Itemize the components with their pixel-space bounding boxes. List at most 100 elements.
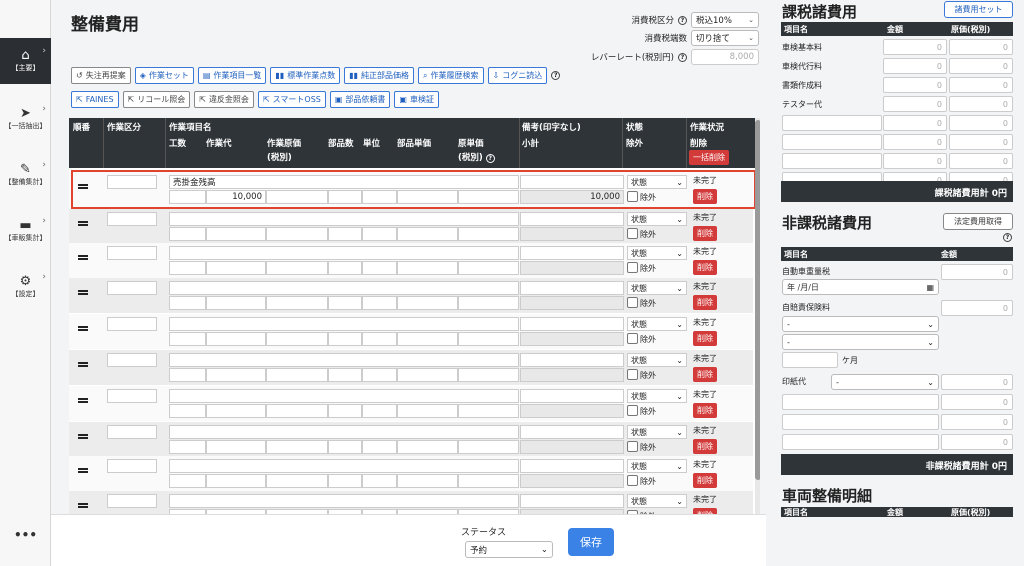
status-select[interactable]: 状態 ⌄	[627, 494, 687, 508]
unit-input[interactable]	[362, 227, 397, 241]
unit-input[interactable]	[362, 261, 397, 275]
work-cost-input[interactable]	[266, 261, 328, 275]
delete-button[interactable]: 削除	[693, 439, 717, 454]
exclude-checkbox[interactable]	[627, 262, 638, 273]
delete-button[interactable]: 削除	[693, 295, 717, 310]
tax-type-select[interactable]: 税込10% ⌄	[691, 12, 759, 28]
violation-button[interactable]: ⇱ 違反金照会	[194, 91, 254, 108]
parts-qty-input[interactable]	[328, 474, 362, 488]
unit-input[interactable]	[362, 474, 397, 488]
taxable-amount-input[interactable]: 0	[883, 39, 947, 55]
labor-hours-input[interactable]	[169, 296, 206, 310]
stamp-input[interactable]: 0	[941, 374, 1013, 390]
parts-qty-input[interactable]	[328, 296, 362, 310]
drag-handle-icon[interactable]	[78, 362, 88, 367]
sidebar-item-maintenance-summary[interactable]: ✎ › 【整備集計】	[0, 152, 51, 198]
drag-handle-icon[interactable]	[78, 503, 88, 508]
notes-input[interactable]	[520, 425, 624, 439]
cost-price-input[interactable]	[458, 296, 519, 310]
taxable-cost-input[interactable]: 0	[949, 39, 1013, 55]
work-type-input[interactable]	[107, 459, 157, 473]
work-item-input[interactable]	[169, 212, 519, 226]
expense-set-button[interactable]: 諸費用セット	[944, 1, 1013, 18]
nontaxable-amount-input[interactable]: 0	[941, 394, 1013, 410]
unit-input[interactable]	[362, 332, 397, 346]
recall-button[interactable]: ⇱ リコール照会	[122, 91, 191, 108]
taxable-amount-input[interactable]: 0	[883, 77, 947, 93]
work-cost-input[interactable]	[266, 368, 328, 382]
cost-price-input[interactable]	[458, 440, 519, 454]
insurance-select-2[interactable]: - ⌄	[782, 334, 939, 350]
taxable-amount-input[interactable]: 0	[883, 115, 947, 131]
months-input[interactable]	[782, 352, 838, 368]
exclude-checkbox[interactable]	[627, 475, 638, 486]
drag-handle-icon[interactable]	[78, 255, 88, 260]
parts-price-input[interactable]	[397, 368, 458, 382]
work-item-input[interactable]	[169, 494, 519, 508]
unit-input[interactable]	[362, 368, 397, 382]
faines-button[interactable]: ⇱ FAINES	[71, 91, 119, 108]
more-menu-icon[interactable]: •••	[0, 528, 51, 542]
taxable-cost-input[interactable]: 0	[949, 96, 1013, 112]
help-icon[interactable]: ?	[678, 52, 687, 62]
work-type-input[interactable]	[107, 353, 157, 367]
notes-input[interactable]	[520, 317, 624, 331]
labor-hours-input[interactable]	[169, 440, 206, 454]
work-item-input[interactable]	[169, 389, 519, 403]
delete-button[interactable]: 削除	[693, 226, 717, 241]
labor-cost-input[interactable]	[206, 368, 266, 382]
parts-price-input[interactable]	[397, 474, 458, 488]
sidebar-item-bulk-extract[interactable]: ➤ › 【一括抽出】	[0, 96, 51, 142]
work-item-input[interactable]	[169, 425, 519, 439]
status-select[interactable]: 状態 ⌄	[627, 317, 687, 331]
insurance-input[interactable]: 0	[941, 300, 1013, 316]
drag-handle-icon[interactable]	[78, 290, 88, 295]
notes-input[interactable]	[520, 212, 624, 226]
parts-qty-input[interactable]	[328, 227, 362, 241]
unit-input[interactable]	[362, 440, 397, 454]
parts-price-input[interactable]	[397, 227, 458, 241]
taxable-item-input[interactable]	[782, 115, 882, 131]
work-cost-input[interactable]	[266, 296, 328, 310]
work-type-input[interactable]	[107, 281, 157, 295]
nontaxable-amount-input[interactable]: 0	[941, 434, 1013, 450]
cost-price-input[interactable]	[458, 261, 519, 275]
work-history-button[interactable]: ⌕ 作業履歴検索	[418, 67, 484, 84]
lost-order-button[interactable]: ↺ 失注再提案	[71, 67, 131, 84]
work-cost-input[interactable]	[266, 332, 328, 346]
status-select[interactable]: 状態 ⌄	[627, 389, 687, 403]
parts-qty-input[interactable]	[328, 440, 362, 454]
weight-tax-input[interactable]: 0	[941, 264, 1013, 280]
work-type-input[interactable]	[107, 246, 157, 260]
help-icon[interactable]: ?	[678, 15, 687, 25]
labor-hours-input[interactable]	[169, 227, 206, 241]
drag-handle-icon[interactable]	[78, 221, 88, 226]
taxable-amount-input[interactable]: 0	[883, 134, 947, 150]
exclude-checkbox[interactable]	[627, 369, 638, 380]
notes-input[interactable]	[520, 459, 624, 473]
work-item-input[interactable]	[169, 459, 519, 473]
taxable-amount-input[interactable]: 0	[883, 58, 947, 74]
delete-button[interactable]: 削除	[693, 473, 717, 488]
work-item-list-button[interactable]: ▤ 作業項目一覧	[197, 67, 267, 84]
taxable-amount-input[interactable]: 0	[883, 153, 947, 169]
labor-cost-input[interactable]	[206, 474, 266, 488]
parts-request-button[interactable]: ▣ 部品依頼書	[329, 91, 391, 108]
parts-qty-input[interactable]	[328, 368, 362, 382]
parts-price-input[interactable]	[397, 261, 458, 275]
work-type-input[interactable]	[107, 425, 157, 439]
parts-price-input[interactable]	[397, 440, 458, 454]
labor-hours-input[interactable]	[169, 404, 206, 418]
drag-handle-icon[interactable]	[78, 434, 88, 439]
status-select[interactable]: 状態 ⌄	[627, 281, 687, 295]
smart-oss-button[interactable]: ⇱ スマートOSS	[257, 91, 326, 108]
standard-points-button[interactable]: ▮▮ 標準作業点数	[270, 67, 341, 84]
status-select[interactable]: 状態 ⌄	[627, 353, 687, 367]
help-icon[interactable]: ?	[1003, 233, 1012, 242]
work-set-button[interactable]: ◈ 作業セット	[134, 67, 194, 84]
work-type-input[interactable]	[107, 212, 157, 226]
drag-handle-icon[interactable]	[78, 398, 88, 403]
notes-input[interactable]	[520, 494, 624, 508]
notes-input[interactable]	[520, 389, 624, 403]
sidebar-item-main[interactable]: ⌂ › 【主要】	[0, 38, 51, 84]
